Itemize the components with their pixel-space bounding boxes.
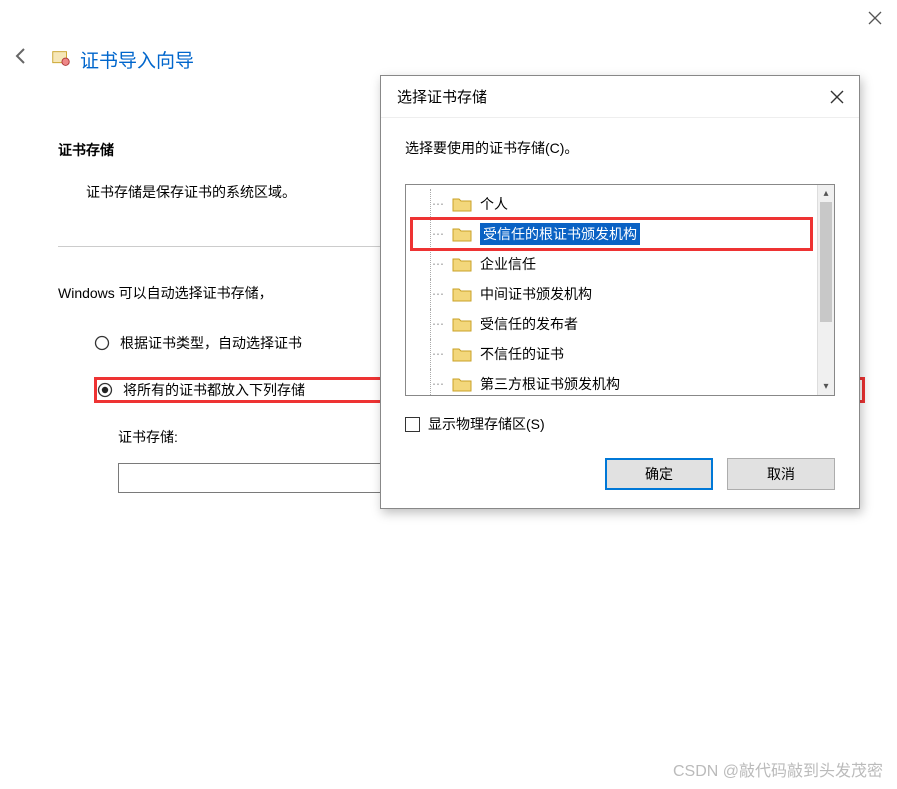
watermark: CSDN @敲代码敲到头发茂密 [673, 757, 883, 781]
cancel-label: 取消 [767, 464, 795, 484]
back-arrow-icon[interactable] [10, 45, 32, 73]
select-store-dialog: 选择证书存储 选择要使用的证书存储(C)。 ⋯ 个人 ⋯ 受信任的根证书颁发机构… [380, 75, 860, 509]
ok-button[interactable]: 确定 [605, 458, 713, 490]
tree-item-trusted-publishers[interactable]: ⋯ 受信任的发布者 [406, 309, 817, 339]
scrollbar[interactable]: ▴ ▾ [817, 185, 834, 395]
folder-icon [452, 256, 472, 272]
dialog-close-icon[interactable] [827, 87, 847, 107]
scroll-up-icon[interactable]: ▴ [818, 185, 834, 202]
tree-connector-icon: ⋯ [430, 219, 444, 249]
tree-label: 中间证书颁发机构 [480, 284, 592, 304]
scroll-thumb[interactable] [820, 202, 832, 322]
tree-item-trusted-root-ca[interactable]: ⋯ 受信任的根证书颁发机构 [412, 219, 811, 249]
radio-auto-label: 根据证书类型，自动选择证书 [120, 333, 302, 353]
tree-label: 第三方根证书颁发机构 [480, 374, 620, 394]
checkbox-unchecked-icon [405, 417, 420, 432]
dialog-body: 选择要使用的证书存储(C)。 ⋯ 个人 ⋯ 受信任的根证书颁发机构 ⋯ 企业信任 [381, 118, 859, 508]
tree-connector-icon: ⋯ [430, 189, 444, 219]
folder-icon [452, 286, 472, 302]
close-icon[interactable] [865, 8, 885, 28]
tree-item-intermediate-ca[interactable]: ⋯ 中间证书颁发机构 [406, 279, 817, 309]
store-tree: ⋯ 个人 ⋯ 受信任的根证书颁发机构 ⋯ 企业信任 ⋯ 中间证书 [405, 184, 835, 396]
tree-label: 个人 [480, 194, 508, 214]
wizard-title-text: 证书导入向导 [80, 46, 194, 73]
radio-unchecked-icon [94, 335, 110, 351]
tree-item-enterprise-trust[interactable]: ⋯ 企业信任 [406, 249, 817, 279]
folder-icon [452, 316, 472, 332]
show-physical-label: 显示物理存储区(S) [428, 414, 545, 434]
folder-icon [452, 226, 472, 242]
ok-label: 确定 [645, 464, 673, 484]
tree-label: 企业信任 [480, 254, 536, 274]
tree-label: 受信任的根证书颁发机构 [480, 223, 640, 245]
radio-place-label: 将所有的证书都放入下列存储 [123, 380, 305, 400]
tree-label: 受信任的发布者 [480, 314, 578, 334]
dialog-title: 选择证书存储 [397, 86, 487, 107]
tree-item-personal[interactable]: ⋯ 个人 [406, 189, 817, 219]
tree-connector-icon: ⋯ [430, 279, 444, 309]
tree-connector-icon: ⋯ [430, 249, 444, 279]
tree-item-third-party-root-ca[interactable]: ⋯ 第三方根证书颁发机构 [406, 369, 817, 396]
cancel-button[interactable]: 取消 [727, 458, 835, 490]
tree-content: ⋯ 个人 ⋯ 受信任的根证书颁发机构 ⋯ 企业信任 ⋯ 中间证书 [406, 185, 817, 395]
scroll-down-icon[interactable]: ▾ [818, 378, 834, 395]
folder-icon [452, 346, 472, 362]
dialog-desc: 选择要使用的证书存储(C)。 [405, 138, 835, 158]
dialog-titlebar: 选择证书存储 [381, 76, 859, 118]
certificate-icon [50, 48, 72, 70]
tree-connector-icon: ⋯ [430, 369, 444, 396]
folder-icon [452, 376, 472, 392]
wizard-header: 证书导入向导 [0, 45, 194, 73]
folder-icon [452, 196, 472, 212]
radio-checked-icon [97, 382, 113, 398]
tree-connector-icon: ⋯ [430, 309, 444, 339]
tree-connector-icon: ⋯ [430, 339, 444, 369]
wizard-title: 证书导入向导 [50, 46, 194, 73]
dialog-buttons: 确定 取消 [405, 458, 835, 490]
tree-label: 不信任的证书 [480, 344, 564, 364]
show-physical-checkbox[interactable]: 显示物理存储区(S) [405, 414, 835, 434]
tree-item-untrusted-certs[interactable]: ⋯ 不信任的证书 [406, 339, 817, 369]
